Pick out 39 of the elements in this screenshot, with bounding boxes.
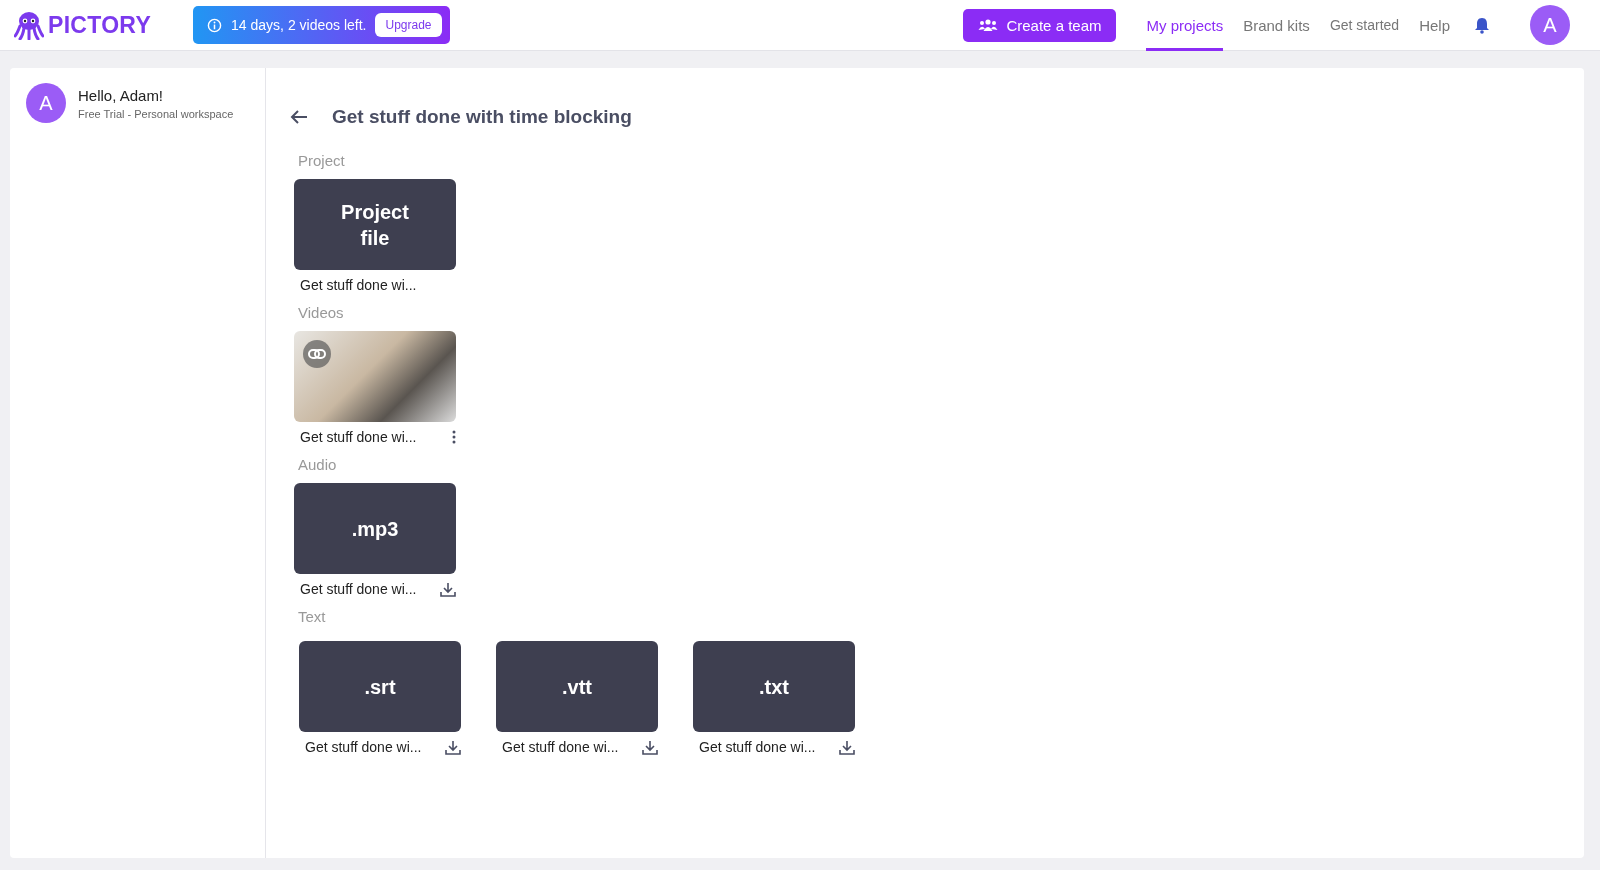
nav-tab[interactable]: Get started <box>1329 0 1400 51</box>
more-options-icon[interactable] <box>452 430 456 444</box>
file-name: Get stuff done wi... <box>502 739 619 755</box>
file-tile[interactable]: .srt <box>299 641 461 732</box>
back-arrow-icon[interactable] <box>290 110 308 124</box>
user-avatar[interactable]: A <box>1530 5 1570 45</box>
download-icon[interactable] <box>445 739 461 755</box>
download-icon[interactable] <box>440 581 456 597</box>
section-label: Text <box>298 608 327 625</box>
link-icon[interactable] <box>303 340 331 368</box>
file-name: Get stuff done wi... <box>300 429 417 445</box>
create-team-button[interactable]: Create a team <box>963 8 1117 42</box>
greeting-text: Hello, Adam! <box>78 86 165 104</box>
section-label: Audio <box>298 456 338 473</box>
file-tile[interactable]: Project file <box>294 179 456 270</box>
section-label: Project <box>298 152 346 169</box>
people-icon <box>978 18 999 32</box>
file-tile[interactable]: .mp3 <box>294 483 456 574</box>
download-icon[interactable] <box>839 739 855 755</box>
file-name: Get stuff done wi... <box>300 277 417 293</box>
download-icon[interactable] <box>642 739 658 755</box>
logo-wordmark[interactable]: PICTORY <box>48 11 152 39</box>
file-tile[interactable]: .txt <box>693 641 855 732</box>
section-label: Videos <box>298 304 345 321</box>
nav-tab[interactable]: My projects <box>1146 0 1224 51</box>
file-name: Get stuff done wi... <box>305 739 422 755</box>
project-title: Get stuff done with time blocking <box>332 106 632 128</box>
trial-text: 14 days, 2 videos left. <box>231 17 367 33</box>
bell-icon[interactable] <box>1474 16 1490 34</box>
nav-tab[interactable]: Brand kits <box>1243 0 1310 51</box>
upgrade-button[interactable]: Upgrade <box>375 13 442 37</box>
plan-text: Free Trial - Personal workspace <box>78 107 234 120</box>
octopus-logo-icon <box>14 10 44 40</box>
file-name: Get stuff done wi... <box>699 739 816 755</box>
file-tile[interactable]: .vtt <box>496 641 658 732</box>
file-name: Get stuff done wi... <box>300 581 417 597</box>
nav-tab[interactable]: Help <box>1419 0 1450 51</box>
info-icon <box>207 17 223 33</box>
workspace-avatar: A <box>26 83 66 123</box>
